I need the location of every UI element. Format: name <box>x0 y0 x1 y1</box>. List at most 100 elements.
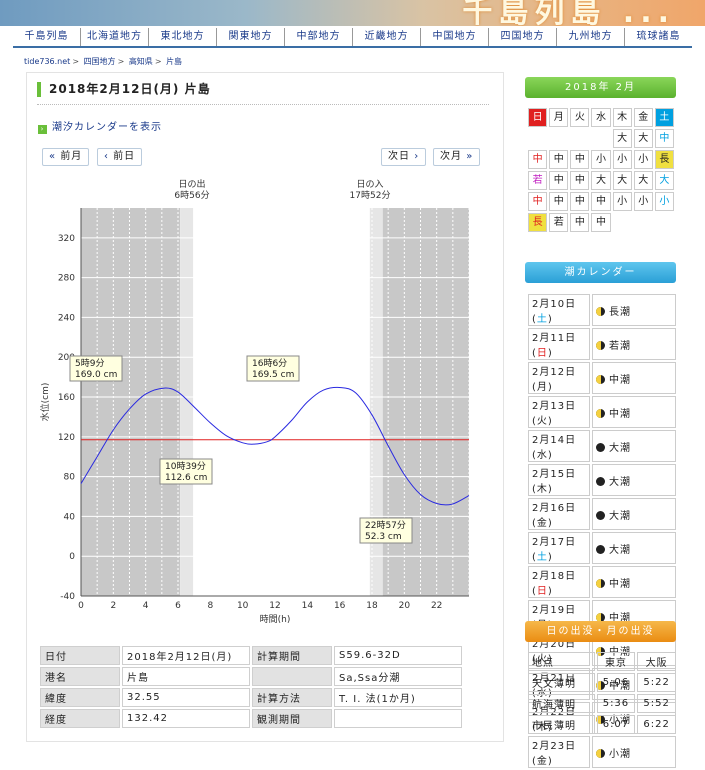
info-cell: T. I. 法(1か月) <box>334 688 462 707</box>
button-label: 次月 <box>440 151 462 162</box>
y-tick-label: 160 <box>58 393 75 403</box>
y-tick-label: 80 <box>64 473 76 483</box>
chevron-left-icon: ‹ <box>104 151 109 162</box>
calendar-day[interactable]: 中 <box>549 150 569 169</box>
nav-item[interactable]: 千島列島 <box>13 28 80 46</box>
nav-item[interactable]: 九州地方 <box>556 28 624 46</box>
tide-date[interactable]: 2月17日(土) <box>528 532 590 564</box>
calendar-day[interactable]: 若 <box>549 213 569 232</box>
tide-date[interactable]: 2月15日(木) <box>528 464 590 496</box>
calendar-day[interactable]: 中 <box>528 192 548 211</box>
twilight-cell: 天文薄明 <box>528 673 595 692</box>
breadcrumb-link[interactable]: tide736.net <box>24 57 70 66</box>
tide-date[interactable]: 2月10日(土) <box>528 294 590 326</box>
calendar-day[interactable]: 若 <box>528 171 548 190</box>
annotation-time: 5時9分 <box>75 358 104 369</box>
tide-date[interactable]: 2月18日(日) <box>528 566 590 598</box>
tide-date[interactable]: 2月12日(月) <box>528 362 590 394</box>
region-nav: 千島列島 北海道地方 東北地方 関東地方 中部地方 近畿地方 中国地方 四国地方… <box>13 28 692 48</box>
nav-item[interactable]: 中国地方 <box>420 28 488 46</box>
nav-item[interactable]: 四国地方 <box>488 28 556 46</box>
tide-date[interactable]: 2月11日(日) <box>528 328 590 360</box>
twilight-header: 地点 <box>528 652 595 671</box>
calendar-day[interactable]: 中 <box>528 150 548 169</box>
calendar-link[interactable]: › 潮汐カレンダーを表示 <box>38 118 162 134</box>
calendar-day <box>570 129 589 148</box>
button-label: 前日 <box>113 151 136 162</box>
nav-item[interactable]: 東北地方 <box>148 28 216 46</box>
x-tick-label: 0 <box>78 601 84 611</box>
tide-day-row[interactable]: 2月11日(日) 若潮 <box>528 328 676 360</box>
tide-day-row[interactable]: 2月17日(土) 大潮 <box>528 532 676 564</box>
tide-date[interactable]: 2月14日(水) <box>528 430 590 462</box>
calendar-day[interactable]: 小 <box>612 192 632 211</box>
nav-item[interactable]: 近畿地方 <box>352 28 420 46</box>
tide-day-row[interactable]: 2月13日(火) 中潮 <box>528 396 676 428</box>
tide-date[interactable]: 2月16日(金) <box>528 498 590 530</box>
tide-annotation: 5時9分169.0 cm <box>69 355 123 382</box>
button-label: 次日 <box>388 151 410 162</box>
breadcrumb-link[interactable]: 四国地方 <box>84 57 116 66</box>
breadcrumb-link[interactable]: 高知県 <box>129 57 153 66</box>
tide-day-row[interactable]: 2月15日(木) 大潮 <box>528 464 676 496</box>
prev-month-button[interactable]: « 前月 <box>42 148 90 166</box>
tide-day-row[interactable]: 2月10日(土) 長潮 <box>528 294 676 326</box>
prev-day-button[interactable]: ‹ 前日 <box>97 148 143 166</box>
next-day-button[interactable]: 次日 › <box>381 148 427 166</box>
calendar-day[interactable]: 大 <box>654 171 674 190</box>
calendar-day[interactable]: 中 <box>549 192 569 211</box>
nav-item[interactable]: 北海道地方 <box>80 28 148 46</box>
info-cell: Sa,Ssa分潮 <box>334 667 462 686</box>
calendar-day[interactable]: 中 <box>549 171 569 190</box>
annotation-level: 52.3 cm <box>365 532 402 542</box>
nav-item[interactable]: 琉球諸島 <box>624 28 692 46</box>
calendar-day[interactable]: 中 <box>570 150 590 169</box>
tide-type: 中潮 <box>592 396 676 428</box>
calendar-day[interactable]: 中 <box>570 171 590 190</box>
moon-phase-icon <box>596 442 605 452</box>
calendar-day[interactable]: 小 <box>612 150 632 169</box>
calendar-day <box>528 129 547 148</box>
tide-date[interactable]: 2月23日(金) <box>528 736 590 768</box>
moon-phase-icon <box>596 374 605 384</box>
tide-day-row[interactable]: 2月18日(日) 中潮 <box>528 566 676 598</box>
tide-date[interactable]: 2月13日(火) <box>528 396 590 428</box>
calendar-day <box>634 213 653 232</box>
tide-day-row[interactable]: 2月16日(金) 大潮 <box>528 498 676 530</box>
next-month-button[interactable]: 次月 » <box>433 148 481 166</box>
info-cell: 計算期間 <box>252 646 332 665</box>
twilight-cell: 5:36 <box>596 694 636 713</box>
calendar-day[interactable]: 中 <box>570 213 590 232</box>
calendar-day[interactable]: 大 <box>633 129 653 148</box>
nav-item[interactable]: 関東地方 <box>216 28 284 46</box>
tide-day-row[interactable]: 2月14日(水) 大潮 <box>528 430 676 462</box>
calendar-day[interactable]: 中 <box>654 129 674 148</box>
nav-item[interactable]: 中部地方 <box>284 28 352 46</box>
info-cell: 日付 <box>40 646 120 665</box>
calendar-day[interactable]: 小 <box>633 192 653 211</box>
twilight-cell: 5:06 <box>596 673 636 692</box>
calendar-day[interactable]: 中 <box>570 192 590 211</box>
calendar-day[interactable]: 中 <box>591 213 611 232</box>
calendar-day[interactable]: 長 <box>528 213 548 232</box>
weekday-header: 日 <box>528 108 548 127</box>
calendar-day[interactable]: 大 <box>612 171 632 190</box>
moon-phase-icon <box>596 340 605 350</box>
tide-day-row[interactable]: 2月12日(月) 中潮 <box>528 362 676 394</box>
calendar-day[interactable]: 中 <box>591 192 611 211</box>
calendar-day <box>549 129 568 148</box>
y-tick-label: 280 <box>58 274 75 284</box>
calendar-day[interactable]: 小 <box>591 150 611 169</box>
info-cell: 2018年2月12日(月) <box>122 646 250 665</box>
moon-phase-icon <box>596 544 605 554</box>
calendar-day[interactable]: 大 <box>633 171 653 190</box>
calendar-day[interactable]: 大 <box>591 171 611 190</box>
calendar-day[interactable]: 大 <box>612 129 632 148</box>
x-tick-label: 8 <box>207 601 213 611</box>
calendar-day[interactable]: 長 <box>654 150 674 169</box>
calendar-day[interactable]: 小 <box>654 192 674 211</box>
calendar-day[interactable]: 小 <box>633 150 653 169</box>
tide-day-row[interactable]: 2月23日(金) 小潮 <box>528 736 676 768</box>
double-chevron-left-icon: « <box>49 151 57 162</box>
calendar-day <box>613 213 632 232</box>
